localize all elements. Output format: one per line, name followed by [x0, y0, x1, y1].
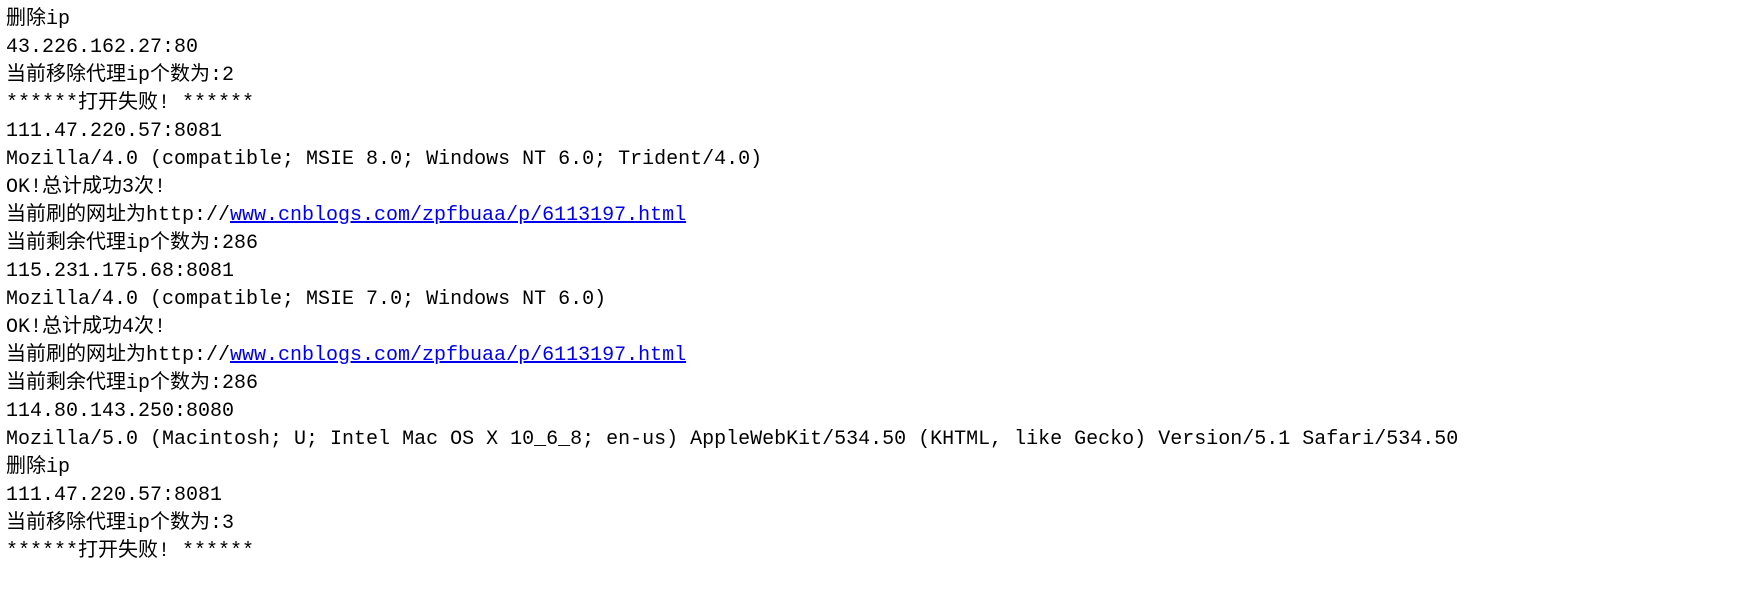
- console-line-user-agent: Mozilla/4.0 (compatible; MSIE 7.0; Windo…: [6, 286, 1742, 314]
- console-line-ip-address: 111.47.220.57:8081: [6, 482, 1742, 510]
- console-line-ip-address: 114.80.143.250:8080: [6, 398, 1742, 426]
- url-prefix: 当前刷的网址为http://: [6, 344, 230, 367]
- console-line-remaining-count: 当前剩余代理ip个数为:286: [6, 370, 1742, 398]
- console-line-ip-address: 115.231.175.68:8081: [6, 258, 1742, 286]
- console-line-delete-ip: 删除ip: [6, 6, 1742, 34]
- console-line-current-url: 当前刷的网址为http://www.cnblogs.com/zpfbuaa/p/…: [6, 202, 1742, 230]
- console-line-removed-count: 当前移除代理ip个数为:2: [6, 62, 1742, 90]
- url-link[interactable]: www.cnblogs.com/zpfbuaa/p/6113197.html: [230, 344, 686, 367]
- console-line-delete-ip: 删除ip: [6, 454, 1742, 482]
- url-link[interactable]: www.cnblogs.com/zpfbuaa/p/6113197.html: [230, 204, 686, 227]
- console-line-user-agent: Mozilla/5.0 (Macintosh; U; Intel Mac OS …: [6, 426, 1742, 454]
- console-line-ok-success: OK!总计成功3次!: [6, 174, 1742, 202]
- console-line-ip-address: 43.226.162.27:80: [6, 34, 1742, 62]
- console-line-open-failed: ******打开失败! ******: [6, 90, 1742, 118]
- url-prefix: 当前刷的网址为http://: [6, 204, 230, 227]
- console-line-user-agent: Mozilla/4.0 (compatible; MSIE 8.0; Windo…: [6, 146, 1742, 174]
- console-line-open-failed: ******打开失败! ******: [6, 538, 1742, 566]
- console-line-ip-address: 111.47.220.57:8081: [6, 118, 1742, 146]
- console-line-remaining-count: 当前剩余代理ip个数为:286: [6, 230, 1742, 258]
- console-line-ok-success: OK!总计成功4次!: [6, 314, 1742, 342]
- console-line-removed-count: 当前移除代理ip个数为:3: [6, 510, 1742, 538]
- console-line-current-url: 当前刷的网址为http://www.cnblogs.com/zpfbuaa/p/…: [6, 342, 1742, 370]
